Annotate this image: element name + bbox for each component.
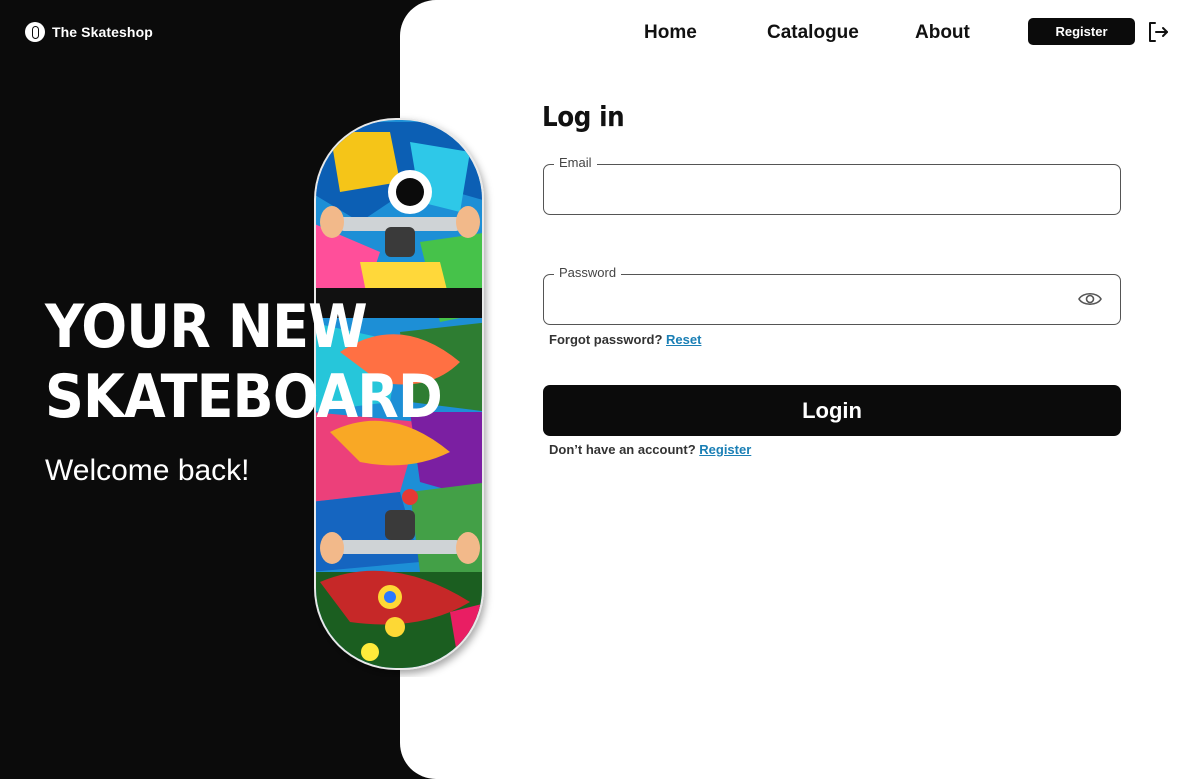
reset-link[interactable]: Reset bbox=[666, 332, 701, 347]
hero-headline-line1: YOUR NEW bbox=[45, 292, 368, 362]
nav-home[interactable]: Home bbox=[644, 22, 697, 44]
forgot-password: Forgot password? Reset bbox=[549, 332, 701, 347]
logout-icon[interactable] bbox=[1146, 20, 1170, 44]
register-link[interactable]: Register bbox=[699, 442, 751, 457]
hero-headline-line2: SKATEBOARD bbox=[45, 362, 443, 432]
signup-text: Don’t have an account? bbox=[549, 442, 696, 457]
email-label: Email bbox=[554, 155, 597, 170]
hero-subtitle: Welcome back! bbox=[45, 454, 250, 487]
password-field: Password bbox=[543, 265, 1121, 325]
login-button[interactable]: Login bbox=[543, 385, 1121, 436]
brand-name: The Skateshop bbox=[52, 24, 153, 40]
eye-icon[interactable] bbox=[1078, 290, 1102, 308]
brand[interactable]: The Skateshop bbox=[25, 22, 153, 42]
email-input[interactable] bbox=[558, 173, 1078, 205]
skateboard-icon bbox=[25, 22, 45, 42]
password-input[interactable] bbox=[558, 283, 1078, 315]
email-field: Email bbox=[543, 155, 1121, 215]
form-title: Log in bbox=[542, 100, 625, 133]
signup-prompt: Don’t have an account? Register bbox=[549, 442, 751, 457]
password-label: Password bbox=[554, 265, 622, 280]
register-button[interactable]: Register bbox=[1028, 18, 1135, 45]
nav-catalogue[interactable]: Catalogue bbox=[767, 22, 859, 44]
nav-about[interactable]: About bbox=[915, 22, 970, 44]
hero-headline: YOUR NEW SKATEBOARD bbox=[45, 292, 443, 432]
forgot-password-text: Forgot password? bbox=[549, 332, 663, 347]
